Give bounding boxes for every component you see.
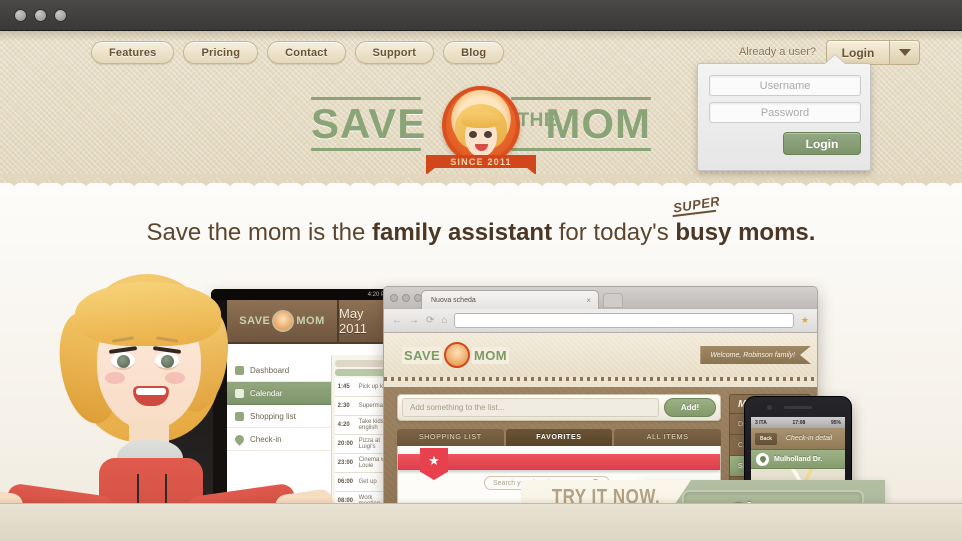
bottom-shelf bbox=[0, 497, 962, 541]
dropdown-arrow bbox=[825, 55, 845, 64]
nav-item-blog[interactable]: Blog bbox=[443, 41, 505, 64]
close-button[interactable] bbox=[14, 9, 27, 22]
chevron-down-icon bbox=[898, 49, 911, 56]
nav-item-pricing[interactable]: Pricing bbox=[183, 41, 259, 64]
tablet-chip-schedule bbox=[334, 369, 389, 376]
logo-rule-right-bottom bbox=[511, 148, 651, 151]
list-tabs: SHOPPING LIST FAVORITES ALL ITEMS bbox=[397, 429, 722, 446]
tagline-bold1: family assistant bbox=[371, 219, 553, 246]
iphone-navbar: Back Check-in detail bbox=[751, 428, 845, 450]
iphone-nav-title: Check-in detail bbox=[785, 435, 833, 442]
page-header: SAVE MOM Welcome, Robinson family! bbox=[384, 333, 817, 377]
browser-tab-title: Nuova scheda bbox=[431, 296, 476, 304]
tablet-logo-mom: MOM bbox=[296, 315, 325, 327]
hero-tagline: Save the mom is the family assistant for… bbox=[0, 193, 962, 247]
nav-item-support[interactable]: Support bbox=[354, 41, 435, 64]
page-logo-save: SAVE bbox=[402, 346, 443, 364]
browser-minimize-button[interactable] bbox=[402, 294, 410, 302]
tab-favorites[interactable]: FAVORITES bbox=[505, 429, 613, 446]
logo-rule-left-bottom bbox=[311, 148, 421, 151]
mascot-blush-right bbox=[165, 372, 185, 384]
mascot-blush-left bbox=[105, 372, 125, 384]
iphone-location-bar[interactable]: Mulholland Dr. bbox=[751, 450, 845, 469]
browser-window-controls[interactable] bbox=[390, 294, 422, 302]
tab-shopping-list[interactable]: SHOPPING LIST bbox=[397, 429, 504, 446]
forward-icon[interactable]: → bbox=[409, 315, 419, 326]
speaker-grill bbox=[784, 406, 812, 409]
main-navigation: Features Pricing Contact Support Blog bbox=[91, 41, 505, 64]
home-icon[interactable]: ⌂ bbox=[441, 315, 447, 326]
iphone-battery: 95% bbox=[830, 419, 841, 426]
mascot-fringe-front bbox=[75, 282, 221, 346]
logo-word-save: SAVE bbox=[311, 100, 427, 147]
schedule-time: 2:30 bbox=[337, 403, 350, 409]
window-controls[interactable] bbox=[14, 9, 67, 22]
browser-close-button[interactable] bbox=[390, 294, 398, 302]
url-input[interactable] bbox=[454, 313, 794, 328]
tablet-chip-allday bbox=[334, 360, 389, 367]
page-logo-mom: MOM bbox=[472, 346, 510, 364]
page-logo[interactable]: SAVE MOM bbox=[402, 342, 510, 368]
schedule-time: 20:00 bbox=[337, 441, 353, 447]
schedule-time: 06:00 bbox=[337, 479, 353, 485]
zigzag-divider bbox=[0, 174, 962, 186]
location-pin-icon bbox=[756, 452, 769, 466]
bookmark-star-icon[interactable]: ★ bbox=[801, 315, 809, 326]
close-icon[interactable]: × bbox=[586, 296, 591, 305]
camera-icon bbox=[767, 405, 772, 410]
page-header-divider bbox=[384, 377, 817, 381]
login-submit-button[interactable]: Login bbox=[783, 132, 861, 155]
hero-section: Save the mom is the family assistant for… bbox=[0, 183, 962, 541]
iphone-statusbar: 3 ITA 17:08 95% bbox=[751, 417, 845, 428]
new-tab-button[interactable] bbox=[603, 293, 623, 308]
back-button[interactable]: Back bbox=[755, 432, 777, 445]
page-logo-mascot-icon bbox=[444, 342, 471, 368]
mascot-eye-left bbox=[111, 352, 135, 370]
tagline-part1: Save the mom is the bbox=[146, 219, 372, 246]
add-item-row: Add something to the list... Add! bbox=[397, 394, 721, 421]
reload-icon[interactable]: ⟳ bbox=[426, 315, 434, 326]
add-item-input[interactable]: Add something to the list... bbox=[402, 398, 659, 417]
browser-tab[interactable]: Nuova scheda × bbox=[421, 290, 599, 309]
schedule-time: 23:00 bbox=[337, 460, 353, 466]
logo-mascot-badge bbox=[442, 86, 520, 164]
mascot-eye-right bbox=[484, 131, 492, 138]
login-dropdown-toggle[interactable] bbox=[890, 40, 920, 65]
page-root: Features Pricing Contact Support Blog Al… bbox=[0, 0, 962, 541]
browser-tabbar: Nuova scheda × bbox=[384, 287, 817, 309]
star-icon: ★ bbox=[428, 453, 440, 468]
username-input[interactable]: Username bbox=[709, 75, 861, 96]
login-dropdown-panel: Username Password Login bbox=[697, 55, 871, 171]
iphone-location-label: Mulholland Dr. bbox=[774, 455, 823, 463]
nav-item-features[interactable]: Features bbox=[91, 41, 175, 64]
schedule-time: 1:45 bbox=[337, 384, 350, 390]
iphone-time: 17:08 bbox=[792, 419, 806, 426]
mascot-eye-left bbox=[469, 131, 477, 138]
password-input[interactable]: Password bbox=[709, 102, 861, 123]
iphone-top bbox=[745, 397, 851, 417]
minimize-button[interactable] bbox=[34, 9, 47, 22]
window-titlebar bbox=[0, 0, 962, 31]
already-user-label: Already a user? bbox=[738, 46, 816, 58]
mascot-eye-right bbox=[155, 352, 179, 370]
iphone-carrier: 3 ITA bbox=[755, 419, 767, 426]
logo-word-mom: MOM bbox=[545, 100, 651, 147]
tagline-super-annotation: SUPER bbox=[672, 193, 722, 216]
logo-ribbon-text: SINCE 2011 bbox=[450, 157, 512, 167]
tab-all-items[interactable]: ALL ITEMS bbox=[614, 429, 722, 446]
star-banner-icon: ★ bbox=[420, 448, 448, 480]
tagline-part2: for today's bbox=[552, 219, 676, 246]
header-top-shadow bbox=[0, 31, 962, 41]
zoom-button[interactable] bbox=[54, 9, 67, 22]
schedule-time: 4:20 bbox=[337, 422, 350, 428]
nav-item-contact[interactable]: Contact bbox=[267, 41, 346, 64]
add-item-button[interactable]: Add! bbox=[664, 398, 716, 417]
back-icon[interactable]: ← bbox=[392, 315, 402, 326]
browser-urlbar: ← → ⟳ ⌂ ★ bbox=[384, 309, 817, 333]
welcome-ribbon: Welcome, Robinson family! bbox=[700, 346, 811, 364]
tagline-bold2: busy moms. bbox=[675, 219, 816, 246]
mascot-fringe bbox=[461, 112, 501, 128]
